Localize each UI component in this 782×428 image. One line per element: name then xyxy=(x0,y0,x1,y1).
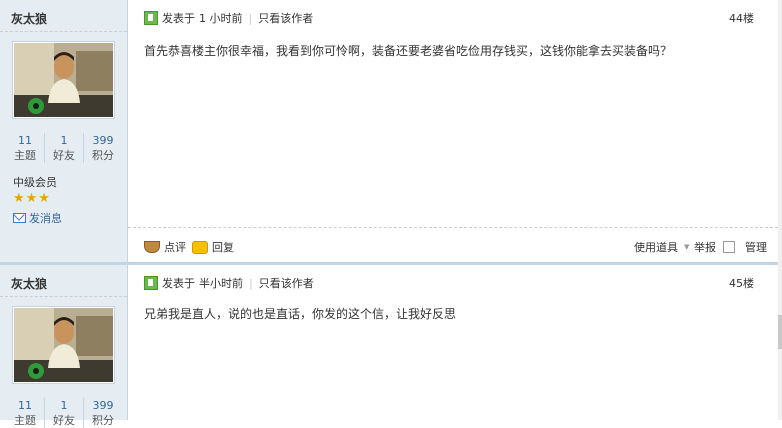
comment-button[interactable]: 点评 xyxy=(144,239,186,255)
stat-points[interactable]: 399 积分 xyxy=(83,398,122,428)
post-content: 发表于 1 小时前 | 只看该作者 44楼 首先恭喜楼主你很幸福，我看到你可怜啊… xyxy=(128,0,778,262)
stat-label: 主题 xyxy=(14,149,36,162)
coffee-cup-icon xyxy=(144,241,160,253)
comment-label: 点评 xyxy=(164,241,186,254)
stat-label: 主题 xyxy=(14,414,36,427)
send-message-label: 发消息 xyxy=(29,212,62,225)
scrollbar-thumb[interactable] xyxy=(778,315,782,349)
floor-number-link[interactable]: 44楼 xyxy=(729,10,754,26)
posted-time: 半小时前 xyxy=(199,277,243,290)
post-content: 发表于 半小时前 | 只看该作者 45楼 兄弟我是直人，说的也是直话，你发的这个… xyxy=(128,265,778,420)
stat-label: 积分 xyxy=(92,414,114,427)
author-stats: 11 主题 1 好友 399 积分 xyxy=(6,133,122,163)
reply-button[interactable]: 回复 xyxy=(192,239,234,255)
reply-label: 回复 xyxy=(212,241,234,254)
envelope-icon xyxy=(13,213,26,223)
avatar-image xyxy=(14,308,113,382)
chevron-down-icon: ▼ xyxy=(684,243,690,251)
avatar-image xyxy=(14,43,113,117)
posted-time: 1 小时前 xyxy=(199,12,243,25)
author-name-link[interactable]: 灰太狼 xyxy=(11,10,47,27)
author-sidebar: 灰太狼 11 主题 xyxy=(0,265,128,428)
avatar[interactable] xyxy=(12,306,115,384)
author-stats: 11 主题 1 好友 399 积分 xyxy=(6,398,122,428)
post-actions-bar: 点评 回复 使用道具 ▼ 举报 管理 xyxy=(128,227,778,264)
stat-value: 399 xyxy=(92,134,114,147)
avatar[interactable] xyxy=(12,41,115,119)
checkbox-icon[interactable] xyxy=(723,241,735,253)
scrollbar[interactable] xyxy=(778,0,782,420)
stat-points[interactable]: 399 积分 xyxy=(83,133,122,163)
stat-label: 积分 xyxy=(92,149,114,162)
floor-number-link[interactable]: 45楼 xyxy=(729,275,754,291)
use-tool-dropdown[interactable]: 使用道具 ▼ xyxy=(634,239,689,255)
post-45: 灰太狼 11 主题 1 好友 399 积分 发表于 半小时前 | 只看该作者 4… xyxy=(0,265,778,428)
separator: | xyxy=(249,276,253,290)
reply-bubble-icon xyxy=(192,240,208,254)
stat-topics[interactable]: 11 主题 xyxy=(6,398,44,428)
posted-prefix: 发表于 xyxy=(162,12,195,25)
send-message-link[interactable]: 发消息 xyxy=(13,210,62,226)
stat-value: 399 xyxy=(92,399,114,412)
post-meta: 发表于 半小时前 | 只看该作者 xyxy=(144,275,314,291)
stat-value: 1 xyxy=(60,134,68,147)
stat-value: 11 xyxy=(18,399,32,412)
post-message: 首先恭喜楼主你很幸福，我看到你可怜啊，装备还要老婆省吃俭用存钱买，这钱你能拿去买… xyxy=(144,44,673,58)
manage-label: 管理 xyxy=(745,241,767,254)
author-sidebar: 灰太狼 11 主题 xyxy=(0,0,128,262)
stat-topics[interactable]: 11 主题 xyxy=(6,133,44,163)
report-label: 举报 xyxy=(694,241,716,254)
stat-friends[interactable]: 1 好友 xyxy=(44,133,83,163)
separator: | xyxy=(248,11,253,25)
stat-friends[interactable]: 1 好友 xyxy=(44,398,83,428)
post-message: 兄弟我是直人，说的也是直话，你发的这个信，让我好反思 xyxy=(144,307,457,321)
online-status-icon xyxy=(144,276,158,290)
post-44: 灰太狼 11 主题 1 好友 399 积分 中级会员 ★★★ 发消息 发表于 1… xyxy=(0,0,778,262)
report-link[interactable]: 举报 xyxy=(694,239,716,255)
manage-checkbox[interactable]: 管理 xyxy=(723,239,767,255)
divider xyxy=(0,296,127,297)
forum-thread-page: 灰太狼 11 主题 1 好友 399 积分 中级会员 ★★★ 发消息 发表于 1… xyxy=(0,0,782,428)
author-only-link[interactable]: 只看该作者 xyxy=(258,10,313,26)
stat-label: 好友 xyxy=(53,414,75,427)
author-name-link[interactable]: 灰太狼 xyxy=(11,275,47,292)
stat-label: 好友 xyxy=(53,149,75,162)
post-meta: 发表于 1 小时前 | 只看该作者 xyxy=(144,10,313,26)
stat-value: 1 xyxy=(60,399,68,412)
stat-value: 11 xyxy=(18,134,32,147)
posted-prefix: 发表于 xyxy=(162,277,195,290)
online-status-icon xyxy=(144,11,158,25)
rank-stars-icon: ★★★ xyxy=(13,191,51,206)
author-only-link[interactable]: 只看该作者 xyxy=(259,275,314,291)
divider xyxy=(0,31,127,32)
use-tool-label: 使用道具 xyxy=(634,241,678,254)
user-group: 中级会员 xyxy=(13,176,57,189)
